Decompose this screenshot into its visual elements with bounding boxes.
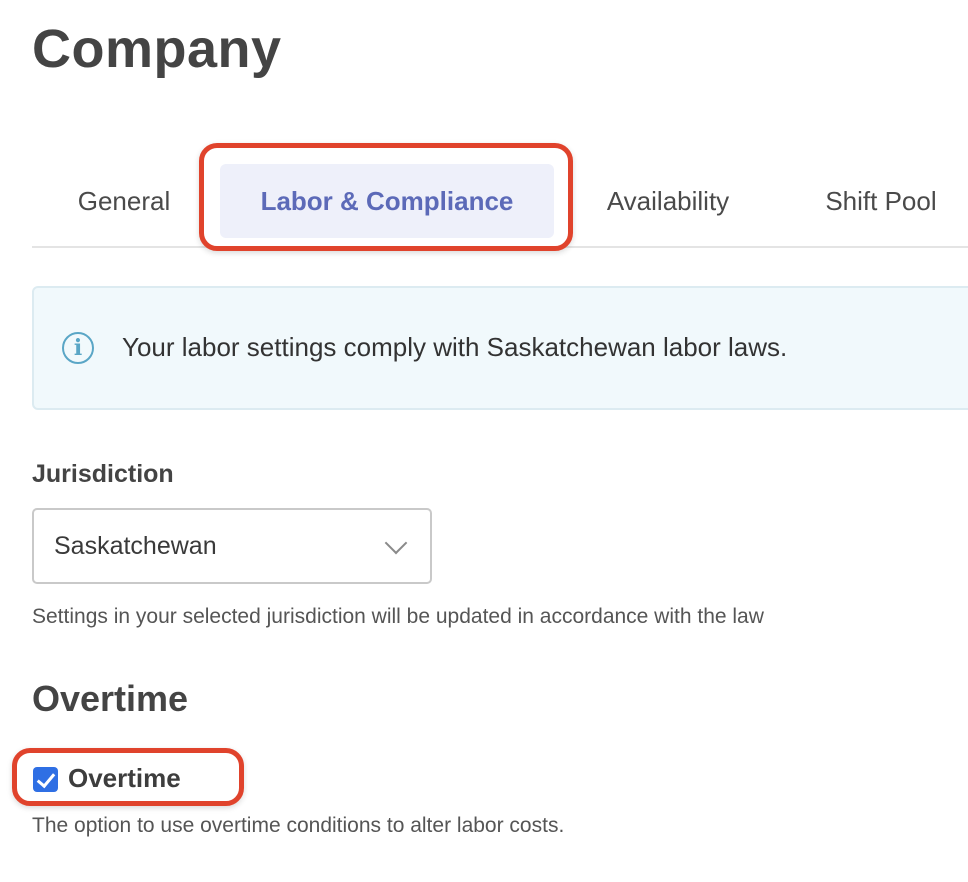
tab-labor-compliance[interactable]: Labor & Compliance bbox=[220, 164, 554, 238]
info-banner: i Your labor settings comply with Saskat… bbox=[32, 286, 968, 410]
tab-availability[interactable]: Availability bbox=[592, 158, 744, 244]
jurisdiction-selected-value: Saskatchewan bbox=[54, 532, 217, 560]
page-title: Company bbox=[32, 19, 282, 79]
jurisdiction-label: Jurisdiction bbox=[32, 460, 174, 488]
chevron-down-icon bbox=[384, 531, 408, 555]
jurisdiction-select[interactable]: Saskatchewan bbox=[32, 508, 432, 584]
tab-general[interactable]: General bbox=[68, 158, 180, 244]
tab-bar: General Labor & Compliance Availability … bbox=[32, 158, 968, 248]
overtime-checkbox[interactable] bbox=[33, 767, 58, 792]
info-banner-text: Your labor settings comply with Saskatch… bbox=[122, 332, 788, 362]
info-icon: i bbox=[62, 332, 94, 364]
overtime-section-title: Overtime bbox=[32, 678, 189, 719]
jurisdiction-helper-text: Settings in your selected jurisdiction w… bbox=[32, 605, 764, 628]
overtime-checkbox-label[interactable]: Overtime bbox=[68, 763, 181, 794]
tab-shift-pool[interactable]: Shift Pool bbox=[816, 158, 946, 244]
overtime-description: The option to use overtime conditions to… bbox=[32, 814, 565, 837]
